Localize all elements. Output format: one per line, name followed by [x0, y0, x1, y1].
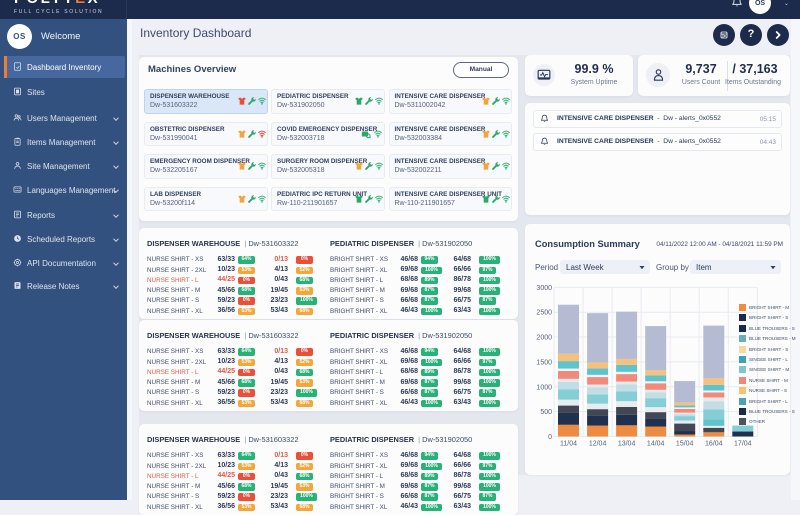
svg-text:3000: 3000 [536, 285, 552, 292]
svg-text:15/04: 15/04 [676, 441, 694, 448]
svg-text:1000: 1000 [536, 384, 552, 391]
svg-text:17/04: 17/04 [734, 441, 752, 448]
svg-text:14/04: 14/04 [647, 441, 665, 448]
svg-text:11/04: 11/04 [560, 441, 577, 448]
svg-text:500: 500 [540, 409, 552, 416]
svg-text:2000: 2000 [536, 335, 552, 342]
svg-text:16/04: 16/04 [705, 441, 723, 448]
svg-text:2500: 2500 [536, 310, 552, 317]
svg-text:0: 0 [548, 434, 552, 441]
svg-text:13/04: 13/04 [618, 441, 636, 448]
svg-text:1500: 1500 [536, 359, 552, 366]
svg-text:12/04: 12/04 [589, 441, 607, 448]
